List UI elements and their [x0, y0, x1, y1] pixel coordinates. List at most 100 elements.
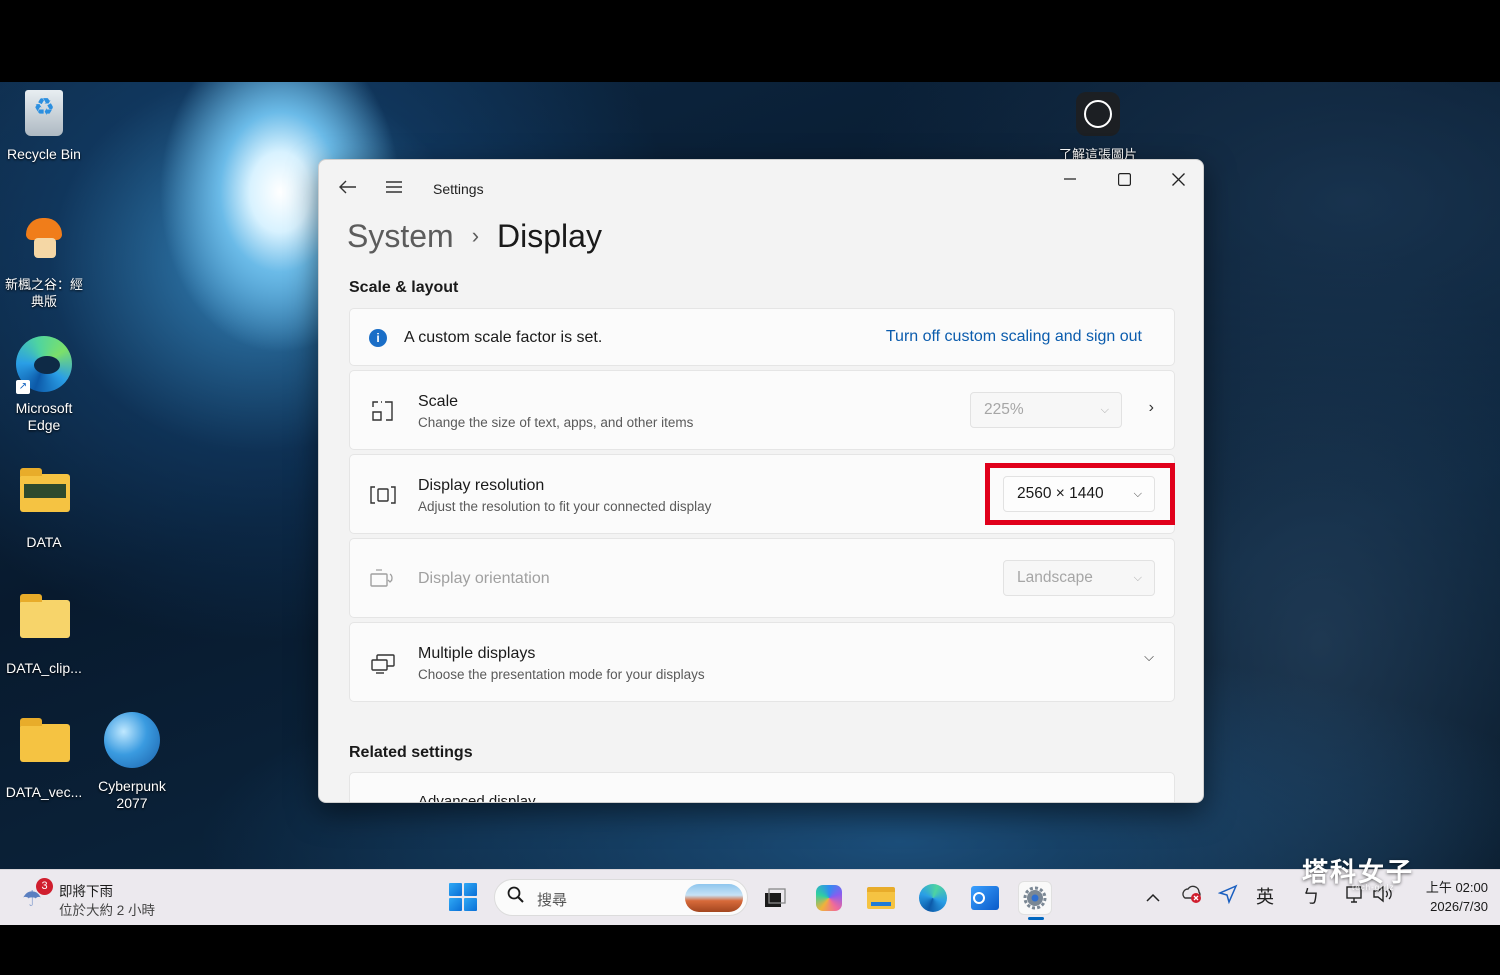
search-placeholder: 搜尋	[537, 892, 568, 909]
desktop-icon-maplestory[interactable]: 新楓之谷：經典版	[0, 216, 88, 310]
section-scale-layout: Scale & layout	[349, 279, 459, 296]
desktop-icon-cyberpunk[interactable]: Cyberpunk 2077	[88, 712, 176, 812]
settings-taskbar-button[interactable]	[1018, 881, 1052, 920]
cloud-error-icon	[1182, 885, 1201, 903]
close-icon	[1171, 172, 1185, 186]
active-indicator	[1028, 917, 1044, 920]
start-button[interactable]	[449, 883, 477, 911]
desktop-icon-data-clip[interactable]: DATA_clip...	[0, 594, 88, 677]
weather-line-2: 位於大約 2 小時	[59, 903, 156, 918]
menu-button[interactable]	[379, 172, 409, 202]
scale-icon	[370, 398, 396, 424]
recycle-bin-icon	[25, 90, 63, 136]
orientation-icon	[370, 566, 396, 592]
desktop-icon-label: Recycle Bin	[7, 146, 81, 162]
minimize-icon	[1064, 178, 1076, 180]
edge-button[interactable]	[916, 881, 950, 915]
outlook-icon	[971, 886, 999, 910]
scale-description: Change the size of text, apps, and other…	[418, 415, 694, 430]
copilot-button[interactable]	[812, 881, 846, 915]
advanced-display-label: Advanced display	[418, 793, 536, 803]
clock-time: 上午 02:00	[1425, 880, 1488, 895]
multiple-displays-label: Multiple displays	[418, 645, 536, 662]
section-related-settings: Related settings	[349, 744, 473, 761]
scale-label: Scale	[418, 393, 459, 410]
chevron-right-icon[interactable]: ›	[1149, 399, 1154, 417]
chevron-down-icon: ⌵	[1133, 572, 1142, 584]
location-arrow-icon	[1217, 884, 1238, 905]
desktop-icon-label: Microsoft Edge	[15, 400, 73, 433]
display-orientation-row: Display orientation Landscape ⌵	[349, 538, 1175, 618]
shortcut-arrow-icon: ↗	[16, 380, 30, 394]
hamburger-icon	[386, 181, 402, 193]
orientation-dropdown[interactable]: Landscape ⌵	[1003, 560, 1155, 596]
close-button[interactable]	[1151, 160, 1203, 198]
multiple-displays-icon	[370, 650, 396, 676]
custom-scale-info-card: i A custom scale factor is set. Turn off…	[349, 308, 1175, 366]
task-view-icon	[765, 888, 786, 907]
multiple-displays-description: Choose the presentation mode for your di…	[418, 667, 705, 682]
desktop-icon-label: DATA	[26, 534, 62, 550]
desktop-icon-label: DATA_clip...	[6, 660, 82, 676]
turn-off-custom-scaling-link[interactable]: Turn off custom scaling and sign out	[886, 328, 1142, 346]
folder-icon	[20, 718, 70, 762]
app-title: Settings	[433, 181, 484, 197]
windows-logo-icon	[449, 883, 462, 896]
copilot-icon	[816, 885, 842, 911]
maplestory-icon	[24, 216, 64, 260]
scale-row[interactable]: Scale Change the size of text, apps, and…	[349, 370, 1175, 450]
orientation-label: Display orientation	[418, 570, 550, 587]
folder-icon	[20, 468, 70, 512]
multiple-displays-row[interactable]: Multiple displays Choose the presentatio…	[349, 622, 1175, 702]
info-icon: i	[369, 329, 387, 347]
desktop-icon-data-vec[interactable]: DATA_vec...	[0, 718, 88, 801]
title-bar: Settings	[319, 160, 1203, 216]
folder-icon	[20, 594, 70, 638]
scale-dropdown[interactable]: 225% ⌵	[970, 392, 1122, 428]
search-icon	[507, 886, 525, 909]
breadcrumb-system[interactable]: System	[347, 218, 454, 255]
file-explorer-button[interactable]	[864, 881, 898, 915]
watermark-subtext: tech-girlz	[1352, 883, 1395, 892]
back-button[interactable]	[333, 172, 363, 202]
edge-icon	[919, 884, 947, 912]
weather-widget[interactable]: ☂ 3 即將下雨 位於大約 2 小時	[22, 878, 222, 918]
notification-badge: 3	[36, 878, 53, 895]
desktop-icon-edge[interactable]: ↗ Microsoft Edge	[0, 336, 88, 434]
input-language-button[interactable]: 英	[1256, 884, 1274, 910]
chevron-down-icon[interactable]: ⌵	[1144, 649, 1154, 665]
maximize-button[interactable]	[1097, 160, 1151, 198]
learn-about-picture[interactable]: 了解這張圖片	[1050, 92, 1146, 163]
weather-line-1: 即將下雨	[59, 884, 113, 899]
chevron-up-icon	[1146, 893, 1160, 902]
settings-window: Settings System › Display Scale & layout…	[318, 159, 1204, 803]
clock-date: 2026/7/30	[1430, 899, 1488, 914]
task-view-button[interactable]	[758, 881, 792, 915]
taskbar-search[interactable]: 搜尋	[494, 879, 748, 916]
desktop-icon-label: 新楓之谷：經典版	[4, 277, 83, 309]
location-button[interactable]	[1217, 884, 1238, 910]
desktop-icon-label: Cyberpunk 2077	[98, 778, 166, 811]
maximize-icon	[1117, 172, 1131, 186]
advanced-display-row[interactable]: Advanced display	[349, 772, 1175, 803]
resolution-icon	[370, 482, 396, 508]
watermark-logo: 塔科女子 tech-girlz	[1302, 852, 1414, 892]
chevron-down-icon: ⌵	[1100, 404, 1109, 416]
highlight-box	[985, 463, 1175, 525]
globe-icon	[104, 712, 160, 768]
desktop-icon-label: DATA_vec...	[5, 784, 83, 800]
clock[interactable]: 上午 02:00 2026/7/30	[1412, 878, 1488, 916]
outlook-button[interactable]	[968, 881, 1002, 915]
info-message: A custom scale factor is set.	[404, 329, 603, 346]
back-arrow-icon	[339, 180, 356, 194]
orientation-value: Landscape	[1017, 569, 1093, 586]
desktop-icon-recycle-bin[interactable]: Recycle Bin	[0, 90, 88, 163]
cloud-status-button[interactable]	[1180, 884, 1204, 910]
desktop-icon-data[interactable]: DATA	[0, 468, 88, 551]
search-highlight-image	[685, 884, 743, 912]
show-hidden-icons-button[interactable]	[1146, 884, 1160, 910]
resolution-label: Display resolution	[418, 477, 545, 494]
resolution-description: Adjust the resolution to fit your connec…	[418, 499, 712, 514]
minimize-button[interactable]	[1043, 160, 1097, 198]
breadcrumb: System › Display	[347, 216, 602, 256]
